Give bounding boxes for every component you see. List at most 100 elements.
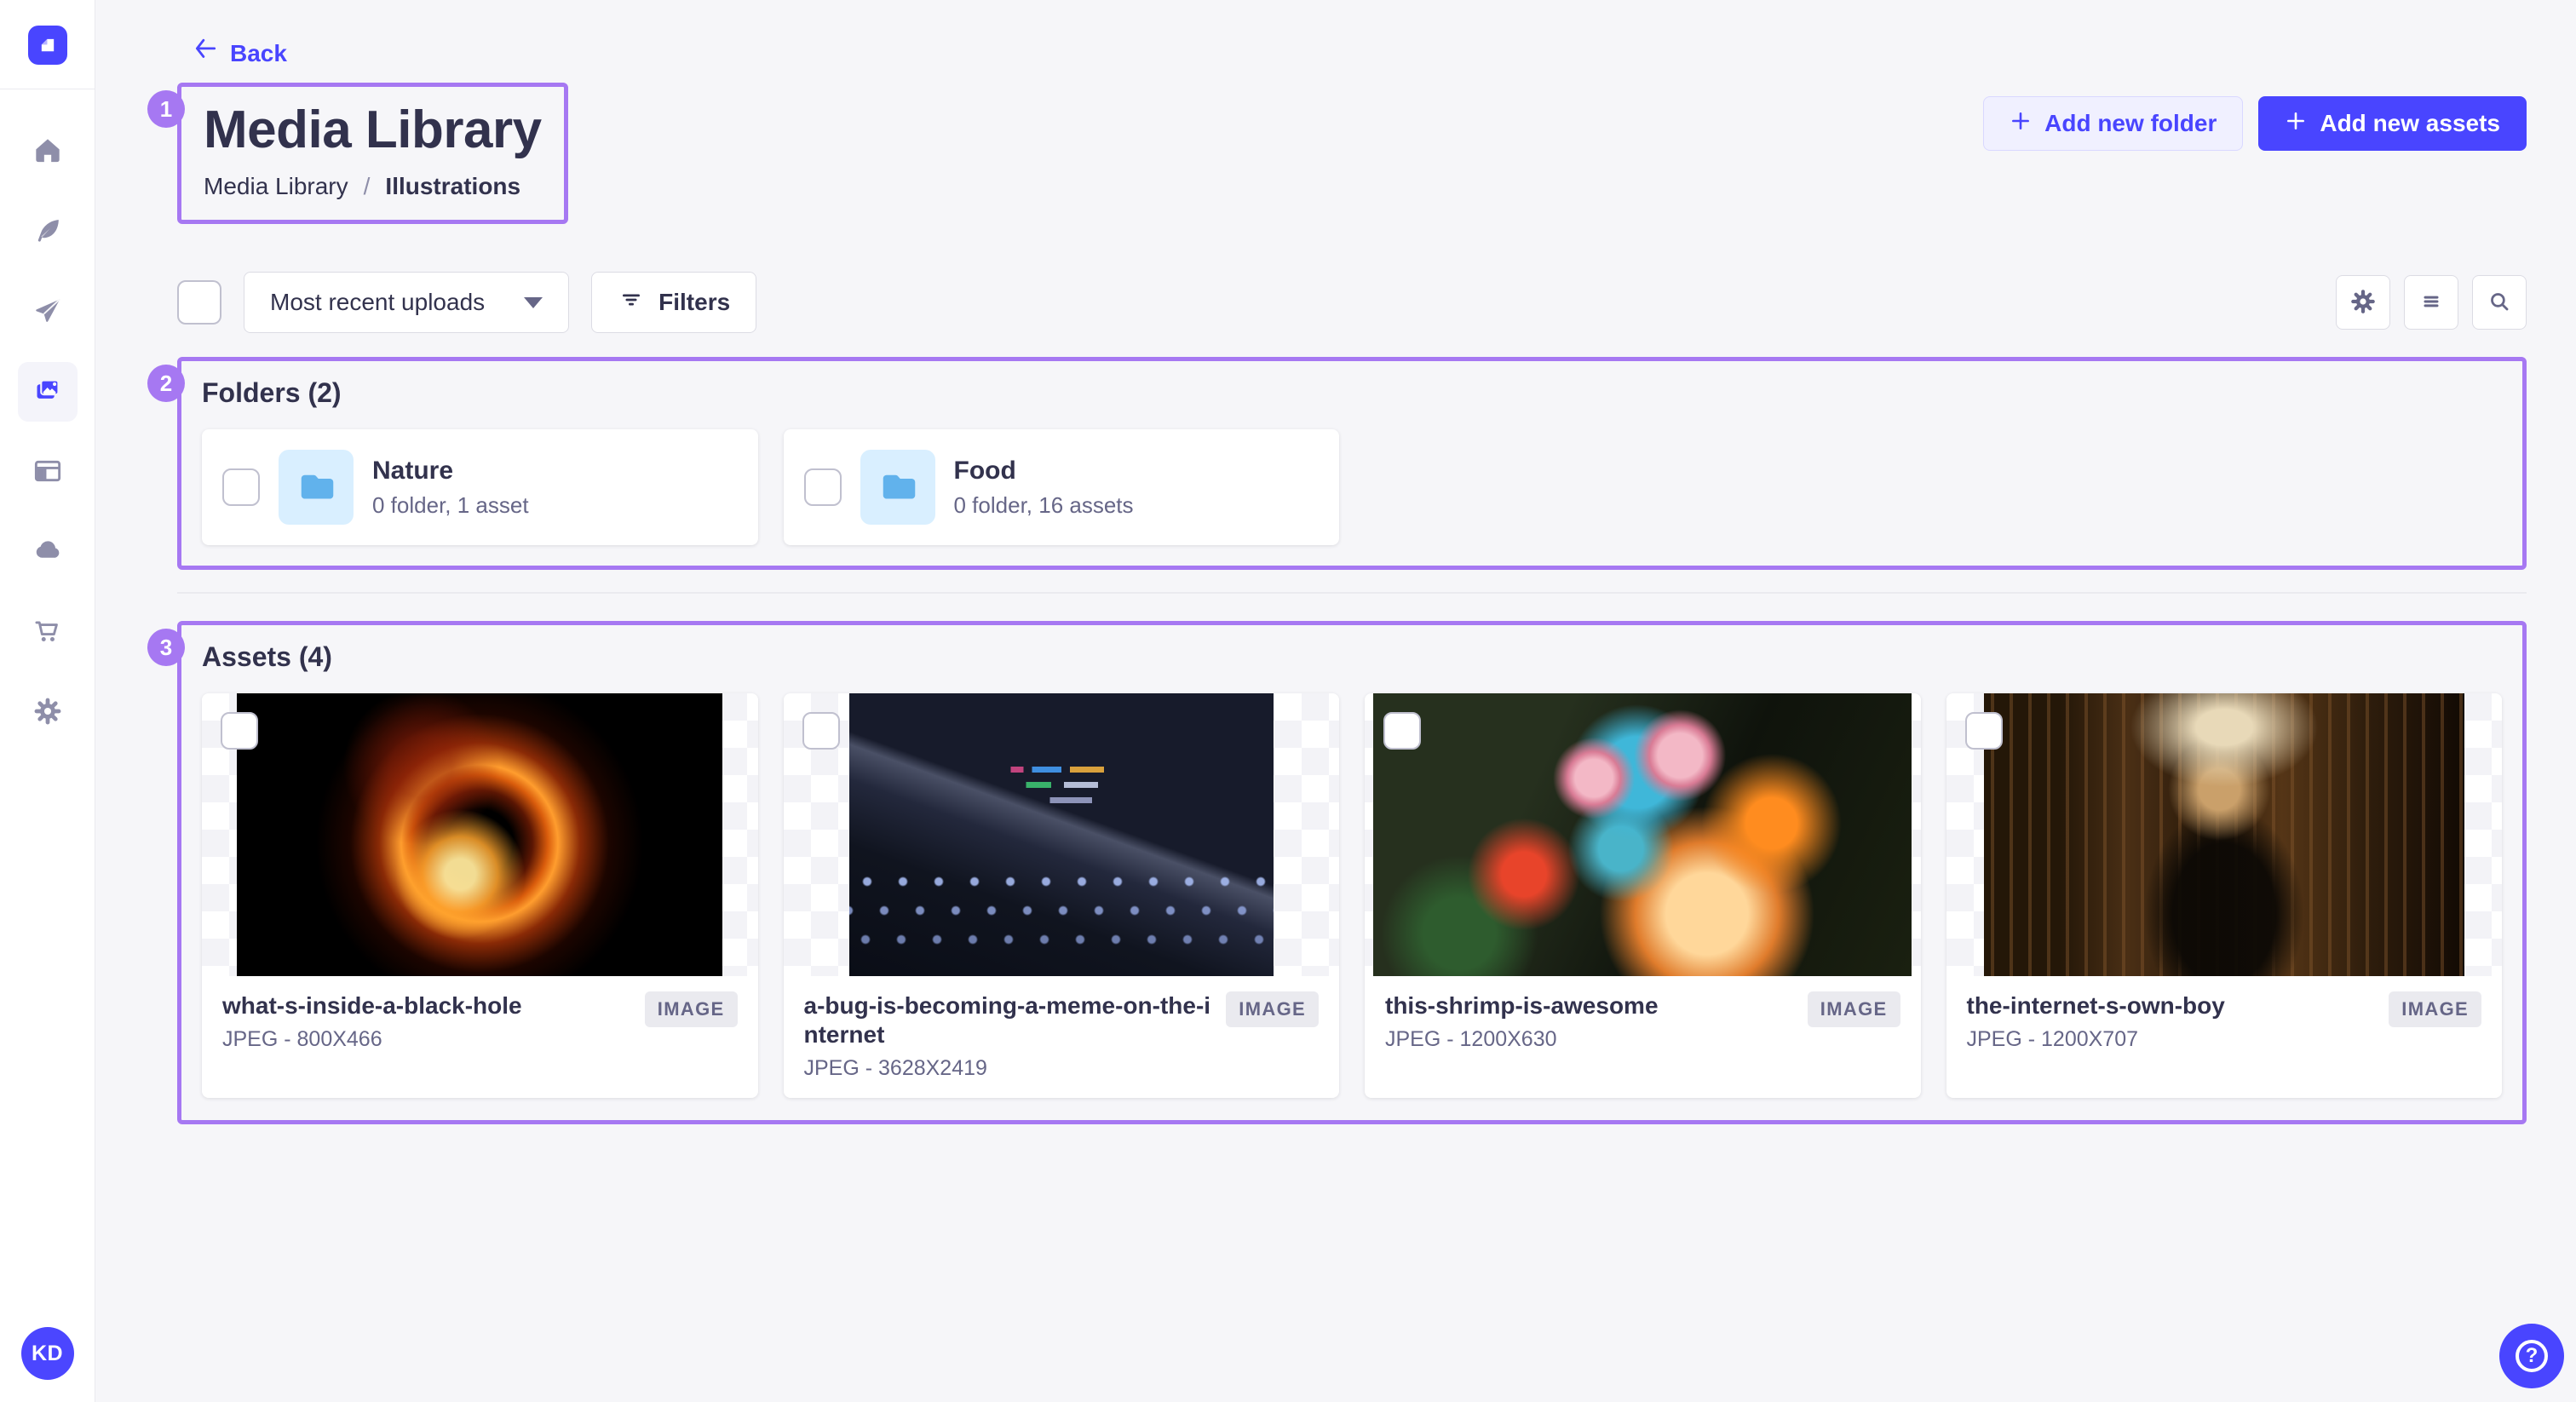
paper-plane-icon [32,295,64,330]
asset-meta: JPEG - 3628X2419 [804,1056,1211,1081]
asset-title: this-shrimp-is-awesome [1385,991,1659,1020]
sort-select[interactable]: Most recent uploads [244,272,569,333]
header-actions: Add new folder Add new assets [1983,96,2527,151]
filters-label: Filters [658,289,730,316]
toolbar-right [2336,275,2527,330]
folder-card[interactable]: Food 0 folder, 16 assets [784,429,1340,545]
asset-image [1984,693,2464,976]
asset-text: a-bug-is-becoming-a-meme-on-the-internet… [804,991,1211,1081]
asset-checkbox[interactable] [1965,712,2003,750]
sidebar-item-home[interactable] [18,122,78,181]
folder-meta: 0 folder, 1 asset [372,492,529,519]
help-button[interactable]: ? [2499,1324,2564,1388]
folder-name[interactable]: Food [954,457,1134,486]
folders-heading: Folders (2) [202,376,2502,409]
toolbar: Most recent uploads Filters [177,272,2527,333]
asset-checkbox[interactable] [1383,712,1421,750]
filter-icon [618,286,645,319]
page-title: Media Library [204,99,542,162]
folder-icon [279,450,354,525]
asset-title: what-s-inside-a-black-hole [222,991,522,1020]
add-folder-label: Add new folder [2044,110,2217,137]
main-content: Back 1 Media Library Media Library / Ill… [95,0,2576,1124]
search-icon [2485,287,2514,319]
asset-thumbnail-area [1365,693,1921,976]
asset-type-badge: IMAGE [1226,991,1319,1027]
sidebar-item-cloud[interactable] [18,522,78,582]
home-icon [32,135,64,170]
annotation-box-title: 1 Media Library Media Library / Illustra… [177,83,568,224]
assets-grid: what-s-inside-a-black-hole JPEG - 800X46… [202,693,2502,1098]
add-new-folder-button[interactable]: Add new folder [1983,96,2243,151]
settings-gear-icon [32,695,64,730]
asset-card[interactable]: this-shrimp-is-awesome JPEG - 1200X630 I… [1365,693,1921,1098]
asset-meta: JPEG - 800X466 [222,1027,522,1052]
add-assets-label: Add new assets [2320,110,2500,137]
sidebar-item-marketplace[interactable] [18,602,78,662]
sidebar-item-releases[interactable] [18,282,78,342]
assets-heading: Assets (4) [202,641,2502,673]
folder-text: Nature 0 folder, 1 asset [372,457,529,519]
asset-card-footer: a-bug-is-becoming-a-meme-on-the-internet… [784,976,1340,1098]
annotation-badge-3: 3 [147,629,185,666]
asset-text: the-internet-s-own-boy JPEG - 1200X707 [1967,991,2225,1081]
sidebar-item-media-library[interactable] [18,362,78,422]
breadcrumb-separator: / [364,172,371,201]
asset-type-badge: IMAGE [1808,991,1900,1027]
asset-title: the-internet-s-own-boy [1967,991,2225,1020]
view-settings-button[interactable] [2336,275,2390,330]
folder-checkbox[interactable] [222,468,260,506]
asset-type-badge: IMAGE [645,991,738,1027]
layout-icon [32,455,64,490]
filters-button[interactable]: Filters [591,272,756,333]
sidebar-item-content[interactable] [18,202,78,261]
asset-meta: JPEG - 1200X707 [1967,1027,2225,1052]
asset-title: a-bug-is-becoming-a-meme-on-the-internet [804,991,1211,1049]
asset-checkbox[interactable] [221,712,258,750]
search-button[interactable] [2472,275,2527,330]
toolbar-left: Most recent uploads Filters [177,272,756,333]
select-all-checkbox[interactable] [177,280,221,325]
list-view-icon [2417,287,2446,319]
folders-grid: Nature 0 folder, 1 asset Food 0 folder, … [202,429,2502,545]
folder-text: Food 0 folder, 16 assets [954,457,1134,519]
avatar-initials: KD [32,1342,63,1366]
asset-thumbnail-area [1946,693,2503,976]
asset-image [849,693,1274,976]
breadcrumb-parent[interactable]: Media Library [204,172,348,201]
annotation-badge-1: 1 [147,90,185,128]
arrow-left-icon [193,37,218,69]
back-link[interactable]: Back [193,37,287,69]
annotation-box-assets: 3 Assets (4) what-s-inside-a-black-hole … [177,621,2527,1124]
sort-select-value: Most recent uploads [270,289,485,316]
asset-card-footer: what-s-inside-a-black-hole JPEG - 800X46… [202,976,758,1098]
cloud-icon [32,535,64,570]
back-label: Back [230,40,287,67]
asset-thumbnail-area [784,693,1340,976]
annotation-box-folders: 2 Folders (2) Nature 0 folder, 1 asset F… [177,357,2527,570]
header-row: 1 Media Library Media Library / Illustra… [177,83,2527,224]
asset-card-footer: the-internet-s-own-boy JPEG - 1200X707 I… [1946,976,2503,1098]
asset-card-footer: this-shrimp-is-awesome JPEG - 1200X630 I… [1365,976,1921,1098]
sidebar-nav [18,122,78,742]
asset-card[interactable]: the-internet-s-own-boy JPEG - 1200X707 I… [1946,693,2503,1098]
asset-card[interactable]: a-bug-is-becoming-a-meme-on-the-internet… [784,693,1340,1098]
asset-card[interactable]: what-s-inside-a-black-hole JPEG - 800X46… [202,693,758,1098]
strapi-logo-icon[interactable] [28,26,67,65]
sidebar-item-content-type-builder[interactable] [18,442,78,502]
add-new-assets-button[interactable]: Add new assets [2258,96,2527,151]
list-view-button[interactable] [2404,275,2458,330]
asset-checkbox[interactable] [802,712,840,750]
asset-thumbnail-area [202,693,758,976]
folder-card[interactable]: Nature 0 folder, 1 asset [202,429,758,545]
question-mark-icon: ? [2516,1340,2548,1372]
feather-icon [32,215,64,250]
user-avatar[interactable]: KD [21,1327,74,1380]
sidebar-item-settings[interactable] [18,682,78,742]
folder-meta: 0 folder, 16 assets [954,492,1134,519]
section-divider [177,592,2527,594]
folder-name[interactable]: Nature [372,457,529,486]
folder-checkbox[interactable] [804,468,842,506]
asset-image [237,693,722,976]
asset-meta: JPEG - 1200X630 [1385,1027,1659,1052]
